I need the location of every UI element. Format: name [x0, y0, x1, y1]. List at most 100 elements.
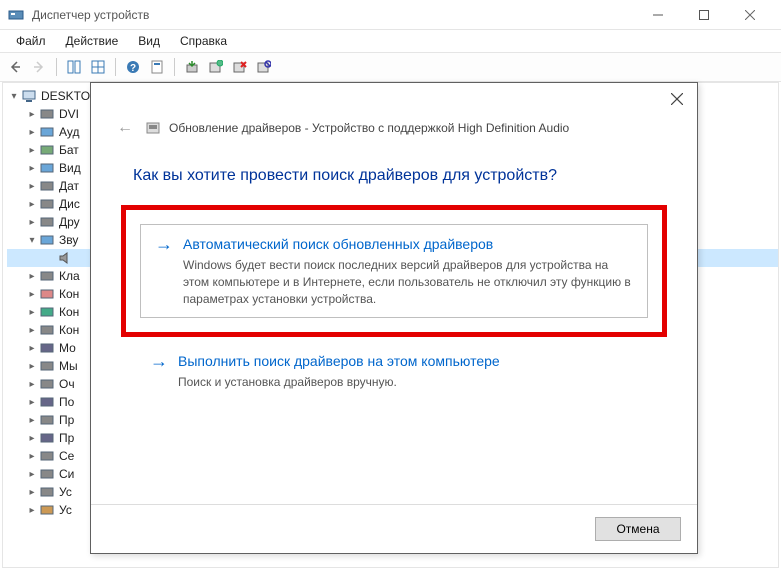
app-icon [8, 7, 24, 23]
menubar: Файл Действие Вид Справка [0, 30, 781, 52]
category-icon [39, 286, 55, 302]
tree-item-label: Ус [59, 503, 72, 517]
menu-view[interactable]: Вид [128, 32, 170, 50]
toolbar-grid-button[interactable] [87, 56, 109, 78]
tree-item-label: Кла [59, 269, 80, 283]
tree-root-label: DESKTO [41, 89, 90, 103]
main-titlebar: Диспетчер устройств [0, 0, 781, 30]
tree-item-label: Бат [59, 143, 79, 157]
option-browse-desc: Поиск и установка драйверов вручную. [178, 374, 628, 391]
computer-icon [21, 88, 37, 104]
category-icon [39, 412, 55, 428]
chevron-right-icon[interactable]: ▸ [25, 143, 39, 157]
update-driver-button[interactable] [181, 56, 203, 78]
option-auto-desc: Windows будет вести поиск последних верс… [183, 257, 633, 307]
close-button[interactable] [727, 0, 773, 30]
category-icon [39, 484, 55, 500]
tree-item-label: DVI [59, 107, 79, 121]
chevron-right-icon[interactable]: ▸ [25, 341, 39, 355]
category-icon [39, 196, 55, 212]
tree-item-label: Вид [59, 161, 81, 175]
option-auto-title: Автоматический поиск обновленных драйвер… [183, 236, 493, 252]
chevron-right-icon[interactable]: ▸ [25, 197, 39, 211]
dialog-header-text: Обновление драйверов - Устройство с подд… [169, 121, 569, 135]
chevron-right-icon[interactable]: ▸ [25, 269, 39, 283]
chevron-right-icon[interactable]: ▸ [25, 431, 39, 445]
tree-item-label: Оч [59, 377, 75, 391]
chevron-right-icon[interactable]: ▸ [25, 449, 39, 463]
category-icon [39, 466, 55, 482]
svg-text:?: ? [130, 63, 136, 74]
chevron-right-icon[interactable]: ▸ [25, 485, 39, 499]
tree-item-label: Кон [59, 305, 79, 319]
tree-item-label: Дру [59, 215, 80, 229]
chevron-right-icon[interactable]: ▸ [25, 377, 39, 391]
chevron-right-icon[interactable]: ▸ [25, 395, 39, 409]
option-auto-search[interactable]: → Автоматический поиск обновленных драйв… [121, 205, 667, 337]
category-icon [39, 322, 55, 338]
chevron-right-icon[interactable]: ▸ [25, 161, 39, 175]
update-driver-dialog: ← Обновление драйверов - Устройство с по… [90, 82, 698, 554]
menu-file[interactable]: Файл [6, 32, 56, 50]
chevron-down-icon[interactable]: ▾ [7, 89, 21, 103]
chevron-right-icon[interactable]: ▸ [25, 359, 39, 373]
uninstall-device-button[interactable] [229, 56, 251, 78]
minimize-button[interactable] [635, 0, 681, 30]
chevron-down-icon[interactable]: ▾ [25, 233, 39, 247]
category-icon [39, 502, 55, 518]
tree-item-label: Се [59, 449, 74, 463]
chevron-right-icon[interactable]: ▸ [25, 215, 39, 229]
arrow-right-icon: → [155, 235, 173, 253]
chevron-right-icon[interactable]: ▸ [25, 413, 39, 427]
category-icon [39, 448, 55, 464]
tree-item-label: Пр [59, 431, 74, 445]
tree-item-label: Дис [59, 197, 80, 211]
category-icon [39, 160, 55, 176]
disable-device-button[interactable] [253, 56, 275, 78]
nav-forward-button[interactable] [28, 56, 50, 78]
nav-back-button[interactable] [4, 56, 26, 78]
help-button[interactable]: ? [122, 56, 144, 78]
tree-item-label: Пр [59, 413, 74, 427]
category-icon [39, 178, 55, 194]
dialog-back-button[interactable]: ← [117, 119, 133, 137]
scan-hardware-button[interactable] [205, 56, 227, 78]
tree-item-label: Дат [59, 179, 79, 193]
arrow-right-icon: → [150, 352, 168, 370]
show-hide-tree-button[interactable] [63, 56, 85, 78]
tree-item-label: Си [59, 467, 74, 481]
dialog-close-button[interactable] [665, 87, 689, 111]
properties-button[interactable] [146, 56, 168, 78]
category-icon [39, 304, 55, 320]
window-title: Диспетчер устройств [32, 8, 149, 22]
chevron-right-icon[interactable]: ▸ [25, 305, 39, 319]
category-icon [39, 232, 55, 248]
chevron-right-icon[interactable]: ▸ [25, 125, 39, 139]
tree-item-label: Зву [59, 233, 78, 247]
category-icon [39, 376, 55, 392]
category-icon [39, 106, 55, 122]
category-icon [39, 268, 55, 284]
chevron-right-icon[interactable]: ▸ [25, 323, 39, 337]
category-icon [39, 394, 55, 410]
menu-help[interactable]: Справка [170, 32, 237, 50]
category-icon [39, 430, 55, 446]
chevron-right-icon[interactable]: ▸ [25, 503, 39, 517]
tree-item-label: Мы [59, 359, 78, 373]
chevron-right-icon[interactable]: ▸ [25, 179, 39, 193]
category-icon [39, 142, 55, 158]
maximize-button[interactable] [681, 0, 727, 30]
category-icon [39, 340, 55, 356]
category-icon [39, 124, 55, 140]
chevron-right-icon[interactable]: ▸ [25, 287, 39, 301]
chevron-right-icon[interactable]: ▸ [25, 107, 39, 121]
tree-item-label: Кон [59, 323, 79, 337]
option-browse-computer[interactable]: → Выполнить поиск драйверов на этом комп… [121, 343, 667, 400]
cancel-button[interactable]: Отмена [595, 517, 681, 541]
toolbar: ? [0, 52, 781, 82]
category-icon [39, 214, 55, 230]
menu-action[interactable]: Действие [56, 32, 129, 50]
chevron-right-icon[interactable]: ▸ [25, 467, 39, 481]
device-icon [145, 120, 161, 136]
dialog-header: ← Обновление драйверов - Устройство с по… [91, 115, 697, 145]
